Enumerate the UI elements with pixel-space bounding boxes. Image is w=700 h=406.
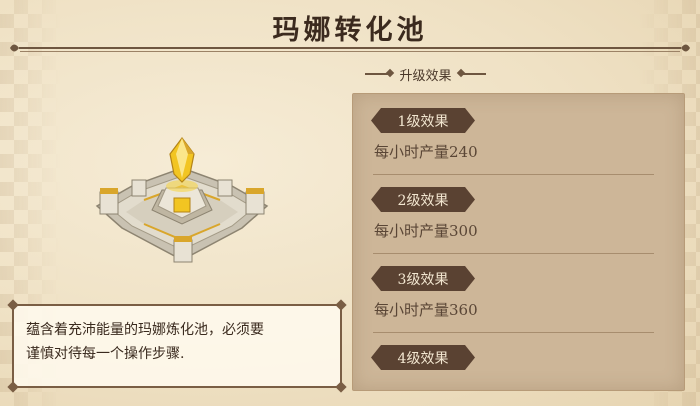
mana-pool-panel: 玛娜转化池 升级效果 1级效果 每小时产量240 2级效果 每小时产量300 3…	[0, 0, 700, 406]
effect-level-tag: 3级效果	[371, 266, 475, 291]
panel-title: 玛娜转化池	[272, 15, 428, 46]
effect-level-tag: 4级效果	[371, 345, 475, 370]
upgrade-effects-header: 升级效果	[353, 64, 498, 84]
mana-pool-building-icon	[95, 137, 269, 263]
upgrade-effects-label: 升级效果	[399, 68, 452, 84]
effect-description: 每小时产量360	[374, 301, 478, 319]
corner-ornament	[335, 299, 347, 311]
effect-item: 2级效果 每小时产量300	[353, 187, 684, 265]
corner-ornament	[335, 381, 347, 393]
building-description-box: 蕴含着充沛能量的玛娜炼化池，必须要 谨慎对待每一个操作步骤.	[7, 299, 347, 393]
effect-level-tag: 2级效果	[371, 187, 475, 212]
effect-item: 1级效果 每小时产量240	[353, 108, 684, 186]
effect-description: 每小时产量300	[374, 222, 478, 240]
effect-item: 4级效果	[353, 345, 684, 406]
effect-divider	[373, 332, 654, 333]
right-flourish-icon	[670, 44, 690, 52]
effect-divider	[373, 253, 654, 254]
effect-level-tag: 1级效果	[371, 108, 475, 133]
effect-description: 每小时产量240	[374, 143, 478, 161]
description-line-2: 谨慎对待每一个操作步骤.	[26, 346, 185, 362]
effect-item: 3级效果 每小时产量360	[353, 266, 684, 344]
header-ornament-right	[459, 73, 486, 75]
left-flourish-icon	[10, 44, 30, 52]
title-divider	[20, 47, 680, 52]
description-line-1: 蕴含着充沛能量的玛娜炼化池，必须要	[26, 322, 264, 338]
header-ornament-left	[365, 73, 392, 75]
upgrade-effects-list: 1级效果 每小时产量240 2级效果 每小时产量300 3级效果 每小时产量36…	[352, 93, 685, 391]
effect-divider	[373, 174, 654, 175]
